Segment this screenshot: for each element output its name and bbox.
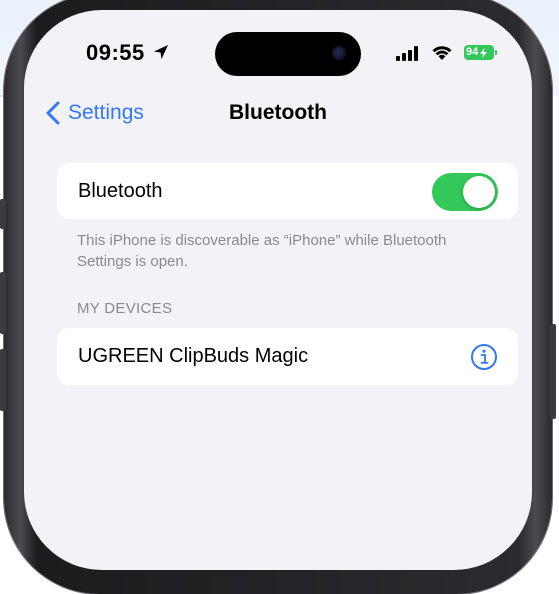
toggle-knob [463, 176, 495, 208]
battery-level: 94 [466, 46, 479, 58]
power-button [550, 324, 556, 419]
status-time: 09:55 [86, 40, 145, 65]
dynamic-island [215, 32, 361, 76]
action-button [0, 199, 6, 229]
front-camera [332, 46, 346, 60]
device-name: UGREEN ClipBuds Magic [78, 345, 309, 367]
location-arrow-icon [154, 45, 168, 59]
phone-frame: 09:55 94 Settings Bluetooth Bluetooth Th… [0, 0, 556, 594]
bluetooth-label: Bluetooth [78, 180, 163, 202]
bluetooth-toggle[interactable] [432, 173, 498, 211]
cellular-signal-icon [396, 46, 418, 61]
page-title: Bluetooth [229, 101, 327, 124]
device-row[interactable]: UGREEN ClipBuds Magic [57, 328, 518, 385]
volume-up-button [0, 272, 6, 334]
phone-screen: 09:55 94 Settings Bluetooth Bluetooth Th… [24, 10, 532, 570]
volume-down-button [0, 349, 6, 411]
battery-charging-icon [480, 48, 487, 58]
info-icon[interactable] [470, 343, 498, 371]
wifi-icon [432, 46, 452, 60]
my-devices-header: MY DEVICES [77, 300, 173, 317]
battery-cap [495, 50, 497, 55]
bluetooth-settings-card: Bluetooth [57, 163, 518, 219]
discoverable-footnote: This iPhone is discoverable as “iPhone” … [77, 232, 447, 270]
